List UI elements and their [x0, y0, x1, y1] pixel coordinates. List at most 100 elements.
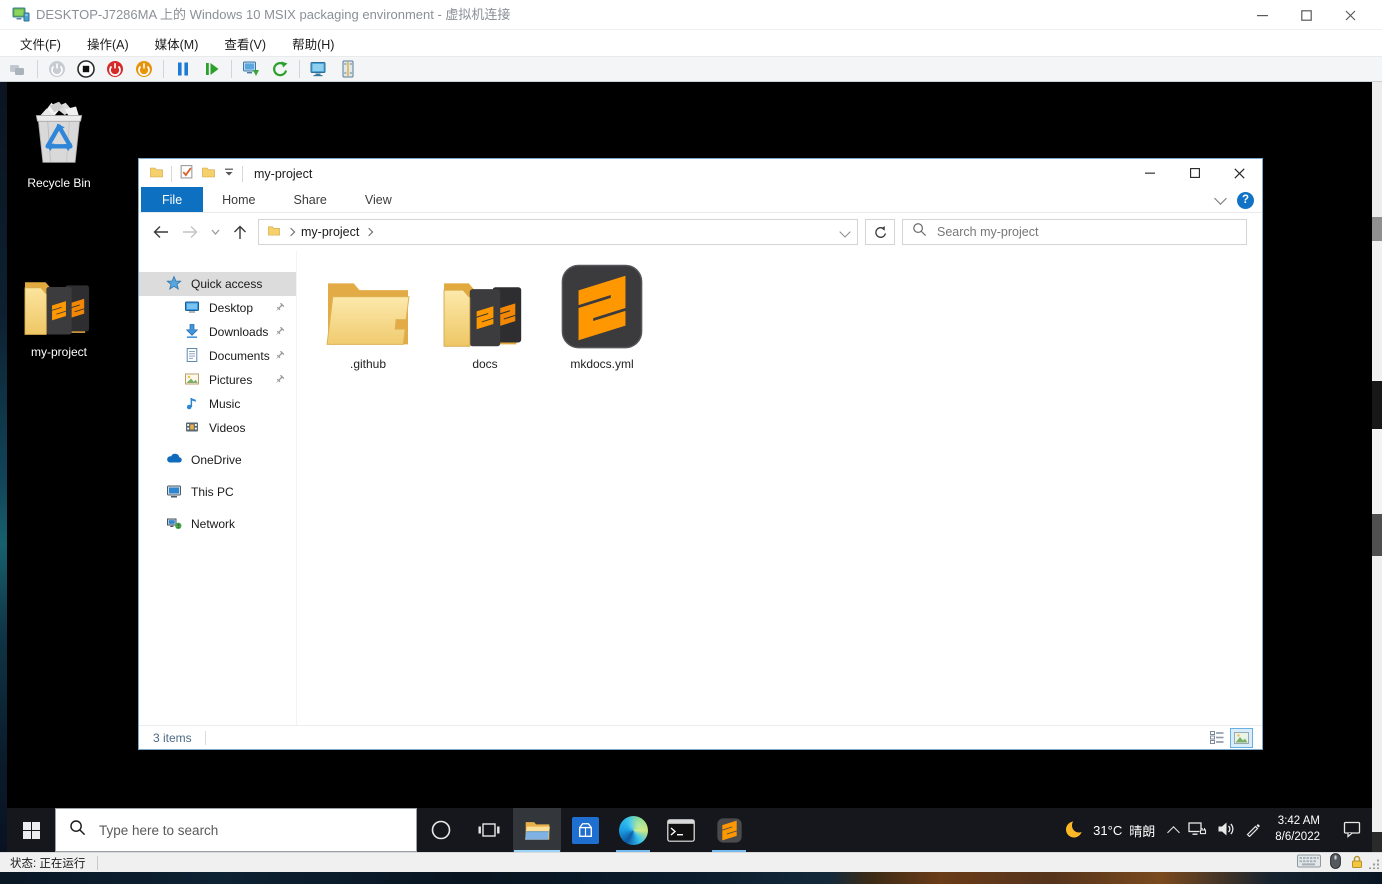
back-button[interactable] — [150, 220, 172, 244]
explorer-search-box[interactable] — [902, 219, 1247, 245]
address-dropdown-icon[interactable] — [839, 226, 850, 237]
sublime-text-file-icon — [557, 264, 647, 352]
star-icon — [166, 275, 182, 294]
checkpoint-icon[interactable] — [241, 59, 261, 79]
menu-action[interactable]: 操作(A) — [87, 34, 129, 53]
sidebar-item-pictures[interactable]: Pictures — [139, 368, 296, 392]
recent-locations-icon[interactable] — [208, 220, 222, 244]
sidebar-item-network[interactable]: Network — [139, 512, 296, 536]
mouse-status-icon — [1330, 853, 1341, 872]
explorer-maximize-button[interactable] — [1172, 159, 1217, 187]
taskbar-edge-button[interactable] — [609, 808, 657, 852]
explorer-close-button[interactable] — [1217, 159, 1262, 187]
search-icon — [69, 819, 86, 841]
refresh-button[interactable] — [865, 219, 895, 245]
explorer-search-input[interactable] — [935, 224, 1237, 240]
turn-off-icon[interactable] — [76, 59, 96, 79]
details-view-button[interactable] — [1205, 728, 1228, 748]
vm-minimize-button[interactable] — [1240, 0, 1284, 30]
vmconnect-app-icon — [12, 6, 30, 29]
desktop-icon-recycle-bin[interactable]: Recycle Bin — [15, 94, 103, 190]
file-item-docs[interactable]: docs — [437, 264, 533, 371]
expand-ribbon-icon[interactable] — [1214, 192, 1227, 205]
pin-icon — [273, 374, 285, 389]
action-center-icon[interactable] — [1342, 820, 1362, 841]
help-icon[interactable]: ? — [1237, 192, 1254, 209]
taskbar-cmd-button[interactable] — [657, 808, 705, 852]
file-name: docs — [472, 357, 497, 371]
tab-home[interactable]: Home — [203, 187, 274, 212]
network-tray-icon[interactable] — [1188, 821, 1207, 840]
integration-services-icon[interactable] — [338, 59, 358, 79]
start-button[interactable] — [7, 808, 55, 852]
host-desktop-bottom-edge — [0, 872, 1382, 884]
desktop-icon-my-project[interactable]: my-project — [15, 263, 103, 359]
monitor-icon — [166, 483, 182, 502]
volume-icon[interactable] — [1217, 821, 1235, 840]
power-icon[interactable] — [47, 59, 67, 79]
explorer-minimize-button[interactable] — [1127, 159, 1172, 187]
sidebar-item-music[interactable]: Music — [139, 392, 296, 416]
up-button[interactable] — [229, 220, 251, 244]
qat-properties-icon[interactable] — [179, 164, 194, 184]
step-icon[interactable] — [202, 59, 222, 79]
sidebar-item-videos[interactable]: Videos — [139, 416, 296, 440]
music-note-icon — [184, 395, 200, 414]
enhanced-session-icon[interactable] — [309, 59, 329, 79]
vm-desktop: Recycle Bin my-project — [7, 82, 1372, 852]
taskbar-search-box[interactable] — [55, 808, 417, 852]
vm-menubar: 文件(F) 操作(A) 媒体(M) 查看(V) 帮助(H) — [0, 30, 1382, 56]
vm-maximize-button[interactable] — [1284, 0, 1328, 30]
clock[interactable]: 3:42 AM 8/6/2022 — [1275, 814, 1320, 845]
breadcrumb-location[interactable]: my-project — [301, 225, 359, 239]
ctrl-alt-del-icon[interactable] — [8, 59, 28, 79]
menu-media[interactable]: 媒体(M) — [155, 34, 199, 53]
file-item-mkdocs[interactable]: mkdocs.yml — [554, 264, 650, 371]
keyboard-status-icon — [1297, 854, 1321, 871]
large-icons-view-button[interactable] — [1230, 728, 1253, 748]
explorer-folder-icon — [149, 165, 164, 184]
menu-help[interactable]: 帮助(H) — [292, 34, 334, 53]
qat-new-folder-icon[interactable] — [201, 165, 216, 184]
sidebar-item-this-pc[interactable]: This PC — [139, 480, 296, 504]
taskbar-msix-tool-button[interactable] — [561, 808, 609, 852]
sidebar-item-quick-access[interactable]: Quick access — [139, 272, 296, 296]
cortana-button[interactable] — [417, 808, 465, 852]
sidebar-item-downloads[interactable]: Downloads — [139, 320, 296, 344]
file-item-github[interactable]: .github — [320, 264, 416, 371]
sidebar-item-onedrive[interactable]: OneDrive — [139, 448, 296, 472]
tray-overflow-icon[interactable] — [1167, 826, 1180, 839]
address-bar[interactable]: my-project — [258, 219, 858, 245]
taskbar-file-explorer-button[interactable] — [513, 808, 561, 852]
project-folder-icon — [15, 263, 103, 341]
taskbar-search-input[interactable] — [97, 822, 416, 839]
tab-file[interactable]: File — [141, 187, 203, 212]
address-folder-icon — [267, 224, 281, 240]
resize-grip[interactable] — [1369, 859, 1379, 869]
explorer-titlebar: my-project — [139, 159, 1262, 187]
forward-button[interactable] — [179, 220, 201, 244]
pause-icon[interactable] — [173, 59, 193, 79]
address-bar-row: my-project — [139, 213, 1262, 251]
tab-share[interactable]: Share — [275, 187, 346, 212]
sidebar-item-desktop[interactable]: Desktop — [139, 296, 296, 320]
vm-close-button[interactable] — [1328, 0, 1372, 30]
edge-icon — [619, 816, 648, 845]
weather-widget[interactable]: 31°C 晴朗 — [1064, 818, 1155, 843]
menu-file[interactable]: 文件(F) — [20, 34, 61, 53]
shut-down-icon[interactable] — [105, 59, 125, 79]
revert-icon[interactable] — [270, 59, 290, 79]
save-state-icon[interactable] — [134, 59, 154, 79]
tray-time: 3:42 AM — [1275, 814, 1320, 830]
menu-view[interactable]: 查看(V) — [224, 34, 266, 53]
windows-ink-icon[interactable] — [1245, 821, 1261, 840]
taskbar-sublime-button[interactable] — [705, 808, 753, 852]
sidebar-item-documents[interactable]: Documents — [139, 344, 296, 368]
tray-date: 8/6/2022 — [1275, 830, 1320, 846]
pin-icon — [273, 326, 285, 341]
qat-customize-icon[interactable] — [223, 165, 235, 183]
tab-view[interactable]: View — [346, 187, 411, 212]
folder-icon — [322, 264, 414, 352]
task-view-button[interactable] — [465, 808, 513, 852]
pin-icon — [273, 302, 285, 317]
